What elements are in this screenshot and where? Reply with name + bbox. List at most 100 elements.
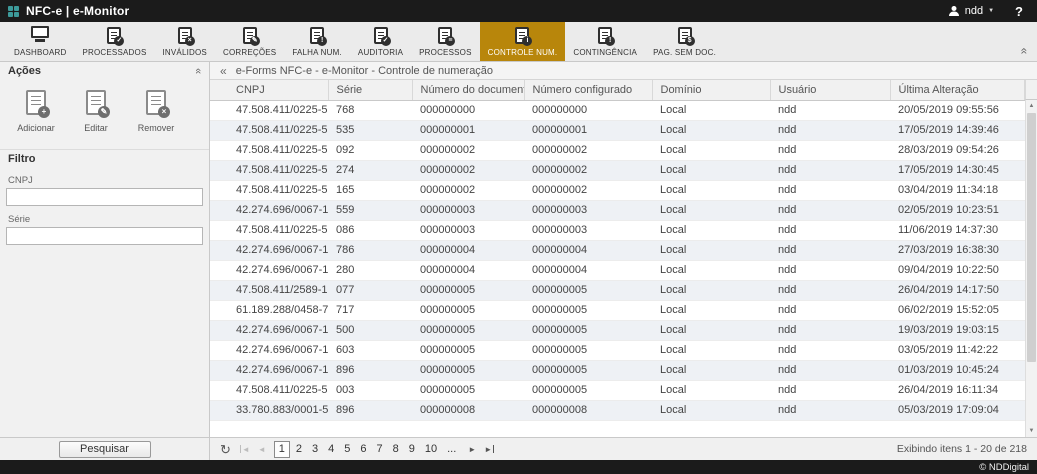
last-page-glyph: ► xyxy=(484,445,492,454)
table-row[interactable]: 42.274.696/0067-10280000000004000000004L… xyxy=(210,260,1025,280)
column-header-serie[interactable]: Série xyxy=(328,80,412,100)
user-icon xyxy=(948,5,960,17)
table-row[interactable]: 47.508.411/0225-59768000000000000000000L… xyxy=(210,100,1025,120)
scroll-down-icon[interactable]: ▼ xyxy=(1026,425,1037,437)
cell: 47.508.411/0225-59 xyxy=(210,100,328,120)
vertical-scrollbar[interactable]: ▲ ▼ xyxy=(1025,100,1037,437)
page-button-9[interactable]: 9 xyxy=(405,442,419,457)
tab-falha-num[interactable]: !FALHA NUM. xyxy=(284,22,350,61)
cell: 000000005 xyxy=(412,380,524,400)
user-menu[interactable]: ndd ▼ xyxy=(948,5,994,17)
column-header-dominio[interactable]: Domínio xyxy=(652,80,770,100)
cell: Local xyxy=(652,340,770,360)
actions-panel-header: Ações « xyxy=(0,62,209,80)
table-row[interactable]: 42.274.696/0067-10559000000003000000003L… xyxy=(210,200,1025,220)
cell: 000000003 xyxy=(524,200,652,220)
editar-button[interactable]: ✎Editar xyxy=(76,90,116,133)
page-button-6[interactable]: 6 xyxy=(356,442,370,457)
tab-controle-num[interactable]: iCONTROLE NUM. xyxy=(480,22,566,61)
table-row[interactable]: 47.508.411/2589-19077000000005000000005L… xyxy=(210,280,1025,300)
cell: 000000004 xyxy=(524,240,652,260)
tab-pag-sem-doc[interactable]: $PAG. SEM DOC. xyxy=(645,22,724,61)
table-row[interactable]: 47.508.411/0225-59535000000001000000001L… xyxy=(210,120,1025,140)
cell: 20/05/2019 09:55:56 xyxy=(890,100,1025,120)
cell: 47.508.411/0225-59 xyxy=(210,180,328,200)
cell: Local xyxy=(652,140,770,160)
table-row[interactable]: 61.189.288/0458-75717000000005000000005L… xyxy=(210,300,1025,320)
table-row[interactable]: 47.508.411/0225-59003000000005000000005L… xyxy=(210,380,1025,400)
cell: Local xyxy=(652,380,770,400)
tab-dashboard[interactable]: DASHBOARD xyxy=(6,22,74,61)
badge-glyph: ! xyxy=(605,36,615,46)
scroll-up-icon[interactable]: ▲ xyxy=(1026,100,1037,112)
processed-docs-icon: ✓ xyxy=(107,27,121,44)
tab-processados[interactable]: ✓PROCESSADOS xyxy=(74,22,154,61)
search-button[interactable]: Pesquisar xyxy=(59,441,151,458)
page-button-2[interactable]: 2 xyxy=(292,442,306,457)
first-page-button[interactable]: ◄ xyxy=(239,445,250,454)
prev-page-button[interactable]: ◄ xyxy=(258,445,266,454)
page-button-4[interactable]: 4 xyxy=(324,442,338,457)
tab-auditoria[interactable]: ✓AUDITORIA xyxy=(350,22,411,61)
next-page-button[interactable]: ► xyxy=(468,445,476,454)
tab-contingencia[interactable]: !CONTINGÊNCIA xyxy=(565,22,645,61)
column-header-cnpj[interactable]: CNPJ xyxy=(210,80,328,100)
cell: 559 xyxy=(328,200,412,220)
pagination-status: Exibindo itens 1 - 20 de 218 xyxy=(897,443,1027,455)
cell: ndd xyxy=(770,340,890,360)
cell: 000000002 xyxy=(412,180,524,200)
collapse-sidebar-icon[interactable]: « xyxy=(220,64,227,78)
badge-glyph: i xyxy=(522,36,532,46)
cell: 17/05/2019 14:39:46 xyxy=(890,120,1025,140)
remover-button[interactable]: ×Remover xyxy=(136,90,176,133)
cell: 000000005 xyxy=(524,280,652,300)
cell: 000000003 xyxy=(412,220,524,240)
column-header-ultima-alteracao[interactable]: Última Alteração xyxy=(890,80,1025,100)
cell: Local xyxy=(652,360,770,380)
table-row[interactable]: 42.274.696/0067-10786000000004000000004L… xyxy=(210,240,1025,260)
page-button-10[interactable]: 10 xyxy=(421,442,441,457)
last-page-button[interactable]: ► xyxy=(484,445,495,454)
column-header-numero-do-documento[interactable]: Número do documento xyxy=(412,80,524,100)
cnpj-input[interactable] xyxy=(6,188,203,206)
scrollbar-thumb[interactable] xyxy=(1027,113,1036,362)
cell: 000000005 xyxy=(524,320,652,340)
page-button-8[interactable]: 8 xyxy=(389,442,403,457)
cell: ndd xyxy=(770,360,890,380)
page-button-3[interactable]: 3 xyxy=(308,442,322,457)
table-row[interactable]: 47.508.411/0225-59092000000002000000002L… xyxy=(210,140,1025,160)
cell: ndd xyxy=(770,180,890,200)
page-button-[interactable]: ... xyxy=(443,442,460,457)
page-button-7[interactable]: 7 xyxy=(373,442,387,457)
collapse-actions-icon[interactable]: « xyxy=(189,68,207,74)
tab-correcoes[interactable]: ✎CORREÇÕES xyxy=(215,22,284,61)
refresh-icon[interactable]: ↻ xyxy=(220,443,231,456)
table-row[interactable]: 33.780.883/0001-59896000000008000000008L… xyxy=(210,400,1025,420)
table-row[interactable]: 42.274.696/0067-10896000000005000000005L… xyxy=(210,360,1025,380)
adicionar-button[interactable]: +Adicionar xyxy=(16,90,56,133)
table-row[interactable]: 42.274.696/0067-10603000000005000000005L… xyxy=(210,340,1025,360)
cell: ndd xyxy=(770,300,890,320)
collapse-ribbon-icon[interactable]: « xyxy=(1018,48,1032,55)
table-row[interactable]: 47.508.411/0225-59165000000002000000002L… xyxy=(210,180,1025,200)
tab-label: PROCESSOS xyxy=(419,48,471,57)
first-page-bar xyxy=(240,445,241,453)
cell: 17/05/2019 14:30:45 xyxy=(890,160,1025,180)
cell: 000000005 xyxy=(412,280,524,300)
filter-panel-header: Filtro xyxy=(0,149,209,167)
tab-icon-slot xyxy=(31,25,49,45)
cell: 47.508.411/0225-59 xyxy=(210,140,328,160)
table-row[interactable]: 47.508.411/0225-59086000000003000000003L… xyxy=(210,220,1025,240)
column-header-numero-configurado[interactable]: Número configurado xyxy=(524,80,652,100)
serie-input[interactable] xyxy=(6,227,203,245)
page-button-5[interactable]: 5 xyxy=(340,442,354,457)
cell: 28/03/2019 09:54:26 xyxy=(890,140,1025,160)
tab-processos[interactable]: ≡PROCESSOS xyxy=(411,22,479,61)
column-header-usuario[interactable]: Usuário xyxy=(770,80,890,100)
help-button[interactable]: ? xyxy=(1015,4,1023,19)
table-row[interactable]: 42.274.696/0067-10500000000005000000005L… xyxy=(210,320,1025,340)
tab-invalidos[interactable]: ×INVÁLIDOS xyxy=(154,22,214,61)
cell: 000000005 xyxy=(524,340,652,360)
table-row[interactable]: 47.508.411/0225-59274000000002000000002L… xyxy=(210,160,1025,180)
page-button-1[interactable]: 1 xyxy=(274,441,290,458)
